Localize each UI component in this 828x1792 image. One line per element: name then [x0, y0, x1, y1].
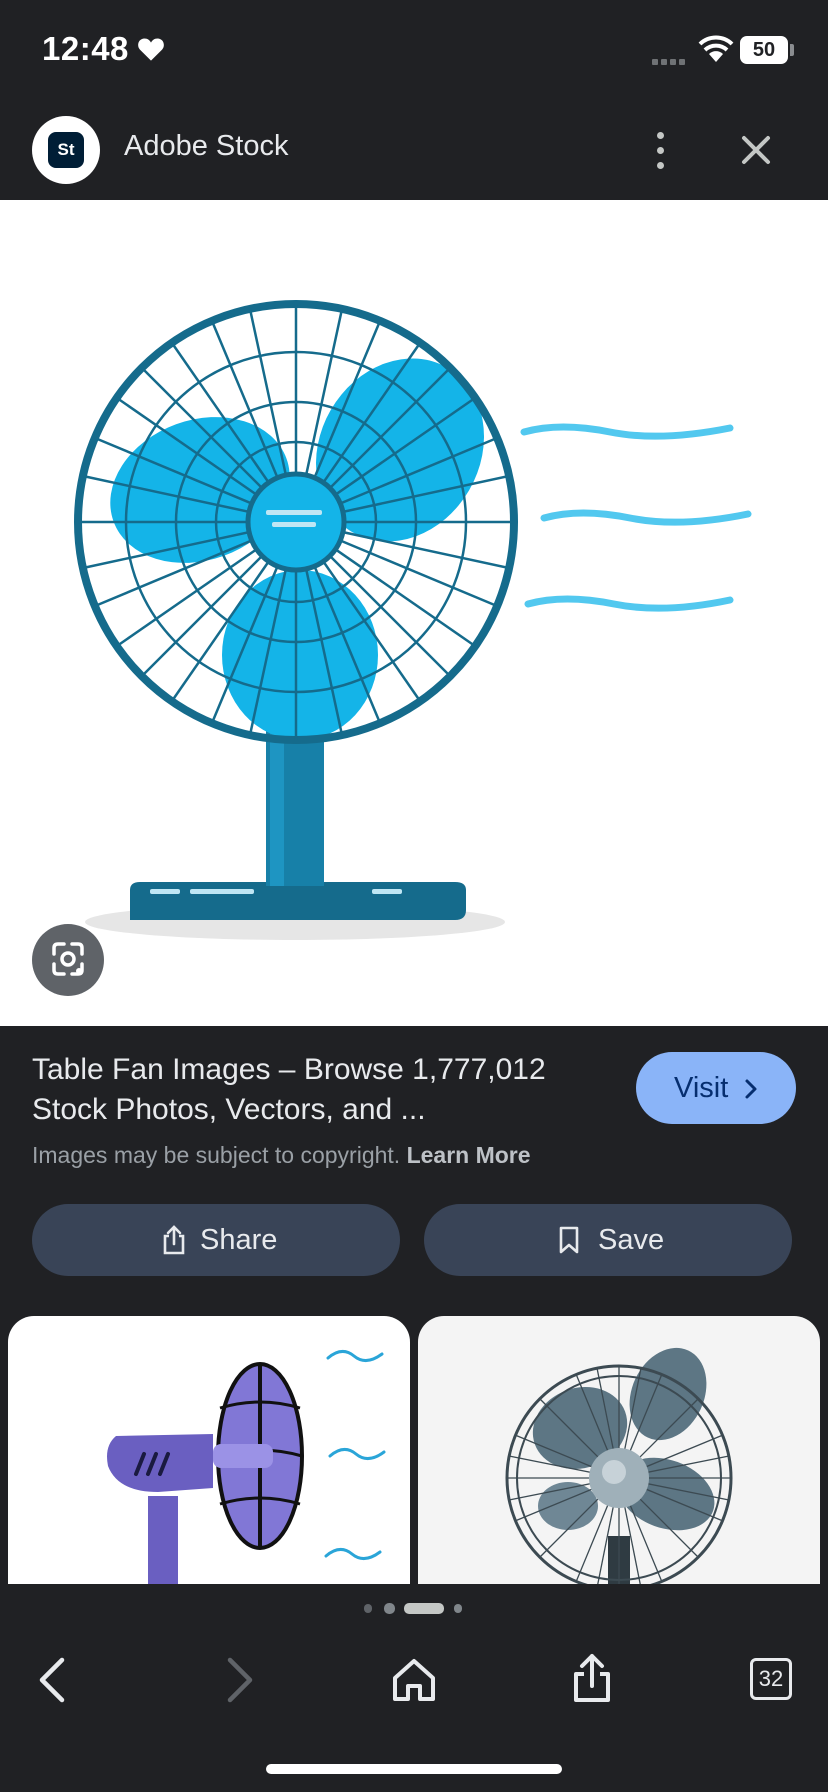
home-indicator[interactable] — [266, 1764, 562, 1774]
share-icon — [163, 1225, 185, 1255]
related-image[interactable] — [418, 1316, 820, 1584]
page-dot — [364, 1604, 372, 1613]
visit-label: Visit — [674, 1072, 729, 1104]
more-vert-dot — [657, 162, 664, 169]
share-page-icon[interactable] — [560, 1648, 624, 1712]
purple-fan-illustration — [107, 1350, 386, 1584]
close-icon[interactable] — [730, 124, 782, 176]
site-logo: St — [32, 116, 100, 184]
page-dot — [384, 1603, 395, 1614]
forward-icon[interactable] — [204, 1648, 268, 1712]
share-button[interactable]: Share — [32, 1204, 400, 1276]
heart-icon — [138, 38, 164, 61]
table-fan-illustration — [74, 300, 752, 940]
tab-count: 32 — [758, 1666, 784, 1691]
save-label: Save — [598, 1224, 665, 1256]
grey-fan-illustration — [505, 1347, 733, 1584]
tabs-icon: 32 — [750, 1658, 792, 1700]
more-vert-icon — [657, 132, 664, 139]
share-label: Share — [200, 1224, 278, 1256]
battery-icon: 50 — [740, 36, 788, 64]
main-image[interactable] — [0, 200, 828, 1026]
page-dot-active — [404, 1603, 444, 1614]
bottom-navigation: 32 — [0, 1584, 828, 1792]
copyright-notice: Images may be subject to copyright. Lear… — [32, 1142, 531, 1169]
chevron-right-icon — [745, 1079, 757, 1099]
status-time: 12:48 — [42, 30, 129, 67]
back-icon[interactable] — [24, 1648, 88, 1712]
page-dot — [454, 1604, 462, 1613]
lens-icon — [52, 942, 84, 976]
learn-more-link[interactable]: Learn More — [407, 1142, 531, 1168]
battery-tip — [790, 44, 794, 56]
wifi-icon — [698, 35, 734, 62]
related-image[interactable] — [8, 1316, 410, 1584]
visit-button[interactable]: Visit — [636, 1052, 796, 1124]
more-vert-dot — [657, 147, 664, 154]
status-bar: 12:48 50 — [0, 0, 828, 100]
save-button[interactable]: Save — [424, 1204, 792, 1276]
adobe-stock-logo: St — [48, 132, 84, 168]
home-icon[interactable] — [382, 1648, 446, 1712]
viewer-top-bar: St Adobe Stock — [0, 100, 828, 200]
signal-icon — [652, 52, 688, 70]
copyright-text: Images may be subject to copyright. — [32, 1142, 401, 1168]
site-name[interactable]: Adobe Stock — [124, 130, 288, 163]
more-options-button[interactable] — [640, 122, 680, 178]
bookmark-icon — [559, 1226, 579, 1254]
google-lens-button[interactable] — [32, 924, 104, 996]
tabs-button[interactable]: 32 — [740, 1648, 804, 1712]
result-title[interactable]: Table Fan Images – Browse 1,777,012 Stoc… — [32, 1050, 612, 1130]
